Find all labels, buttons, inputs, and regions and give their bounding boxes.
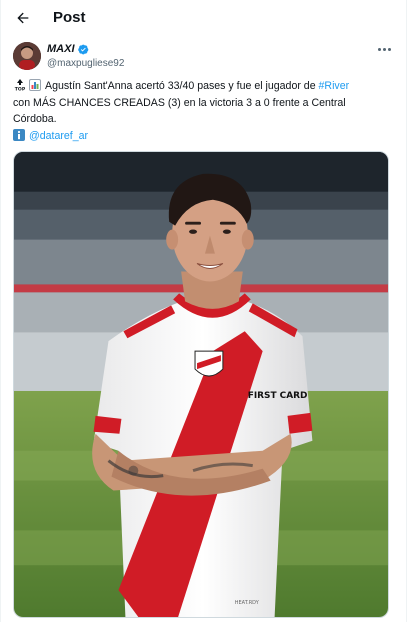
author-handle[interactable]: @maxpugliese92: [47, 58, 124, 69]
back-button[interactable]: [9, 4, 37, 32]
tweet-text-main: Agustín Sant'Anna acertó 33/40 pases y f…: [45, 80, 319, 92]
avatar[interactable]: [13, 42, 41, 70]
dot: [377, 47, 381, 51]
arrow-left-icon: [17, 12, 29, 24]
dot: [387, 47, 391, 51]
author-info: MAXI @maxpugliese92: [47, 42, 124, 69]
sponsor-text: FIRST CARD: [248, 391, 308, 401]
tweet-line-1: TOP Agustín Sant'Anna acertó 33/40 pases…: [13, 78, 393, 95]
mention-link[interactable]: @dataref_ar: [29, 130, 88, 142]
info-emoji-icon: [13, 128, 25, 141]
bar-chart-emoji-icon: [29, 79, 41, 91]
verified-badge-icon: [77, 44, 88, 54]
author-name[interactable]: MAXI: [47, 43, 75, 55]
brand-text: HEAT.RDY: [235, 600, 260, 606]
more-options-button[interactable]: [374, 42, 394, 56]
hashtag-link[interactable]: #River: [319, 80, 350, 92]
svg-text:TOP: TOP: [15, 87, 26, 92]
tweet-text: TOP Agustín Sant'Anna acertó 33/40 pases…: [13, 78, 393, 144]
post-header: Post: [1, 0, 406, 36]
top-arrow-emoji-icon: TOP: [15, 79, 26, 92]
dot: [382, 47, 386, 51]
post-view: Post MAXI @maxpugliese92 TOP Agustín San…: [0, 0, 407, 622]
tweet-line-4: @dataref_ar: [13, 128, 393, 145]
tweet-line-3: Córdoba.: [13, 113, 57, 125]
page-title: Post: [53, 9, 86, 26]
tweet-line-2: con MÁS CHANCES CREADAS (3) en la victor…: [13, 96, 346, 109]
player-photo: FIRST CARD HEAT.RDY: [14, 152, 388, 617]
tweet-media-image[interactable]: FIRST CARD HEAT.RDY: [13, 151, 389, 618]
